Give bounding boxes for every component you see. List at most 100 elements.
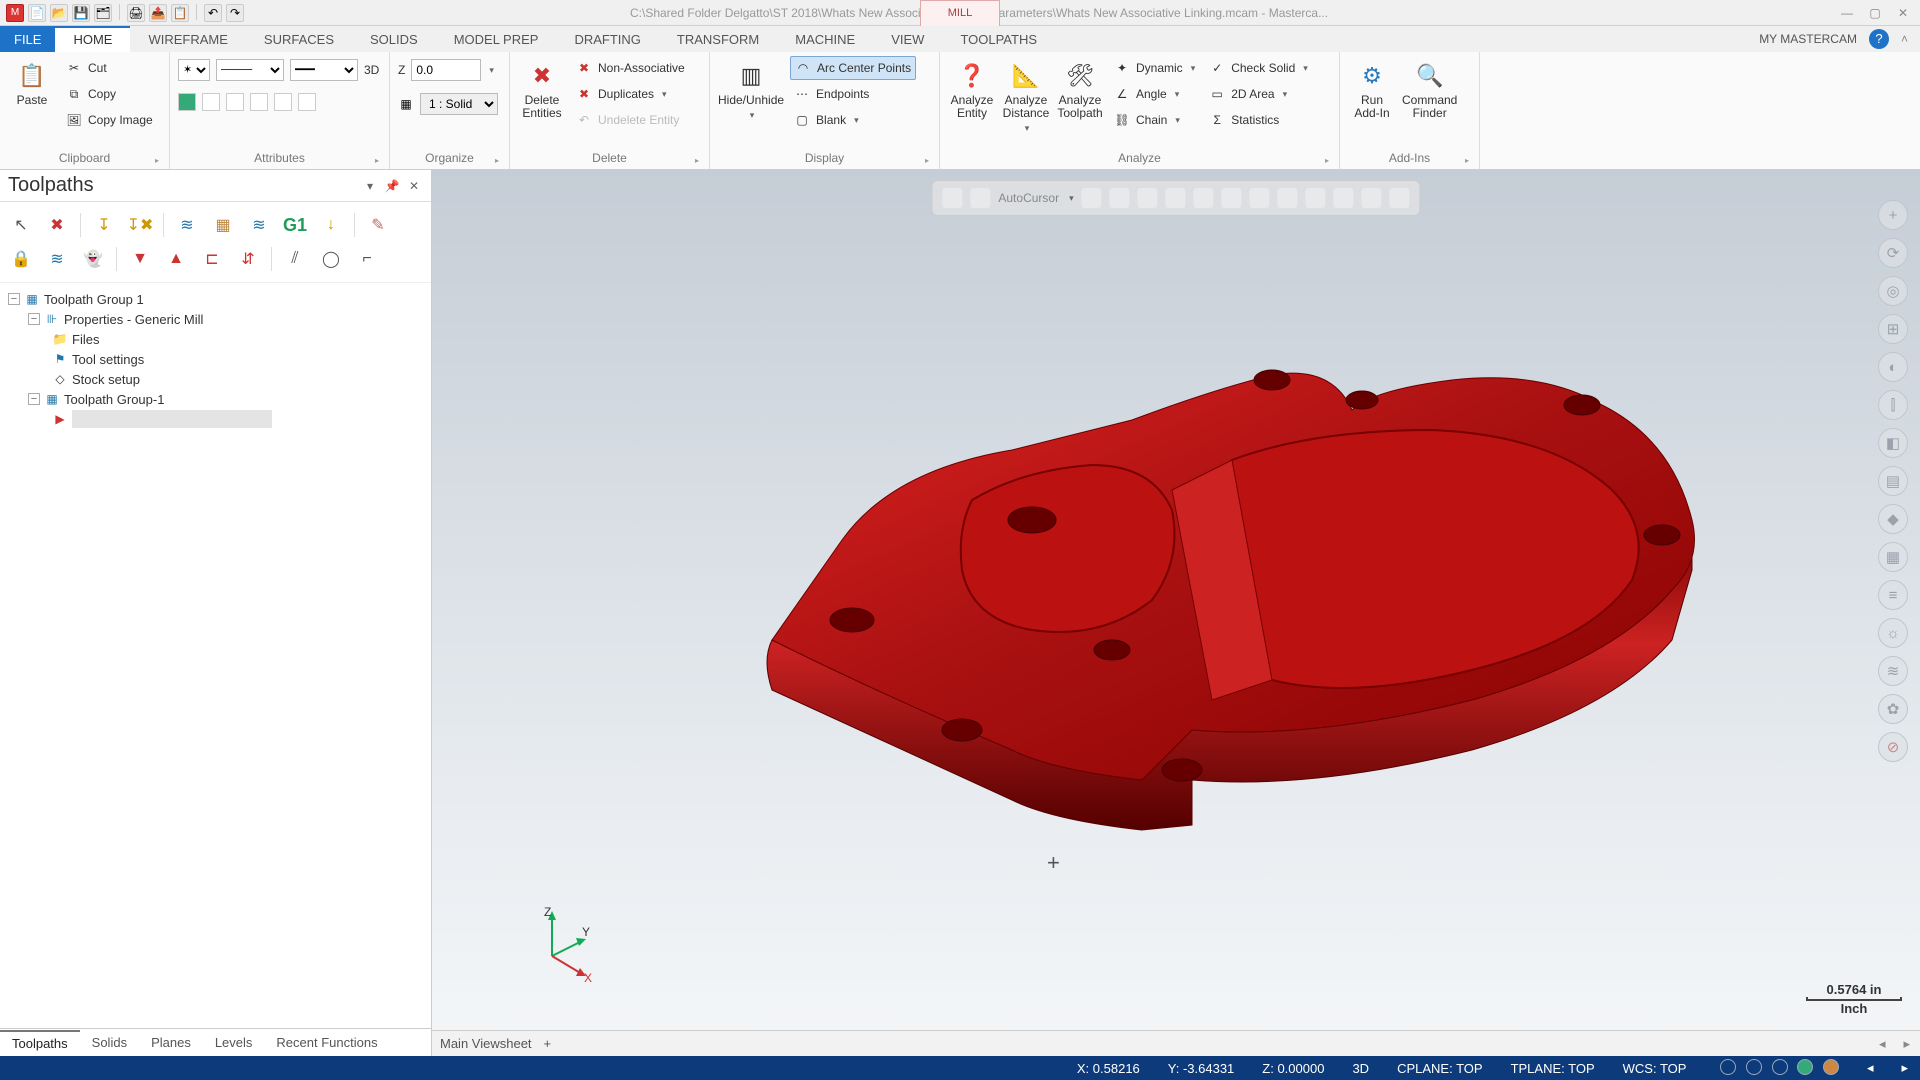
viewsheet-add-icon[interactable]: + — [544, 1036, 552, 1051]
tree-toolsettings[interactable]: Tool settings — [72, 352, 144, 367]
copy-button[interactable]: ⧉Copy — [62, 82, 157, 106]
arrow-down-icon[interactable]: ↓ — [318, 212, 344, 238]
status-wcs[interactable]: WCS: TOP — [1623, 1061, 1687, 1076]
ft-btn[interactable] — [1278, 188, 1298, 208]
tree-collapse-icon[interactable]: − — [28, 393, 40, 405]
ft-btn[interactable] — [1250, 188, 1270, 208]
tree-collapse-icon[interactable]: − — [8, 293, 20, 305]
rt-color-icon[interactable]: ◆ — [1878, 504, 1908, 534]
btab-planes[interactable]: Planes — [139, 1031, 203, 1054]
tab-modelprep[interactable]: MODEL PREP — [436, 26, 557, 52]
tab-transform[interactable]: TRANSFORM — [659, 26, 777, 52]
ft-btn[interactable] — [1222, 188, 1242, 208]
duplicates-button[interactable]: ✖Duplicates▾ — [572, 82, 689, 106]
panel-dropdown-icon[interactable]: ▾ — [361, 179, 379, 193]
tri-up-icon[interactable]: ▲ — [163, 246, 189, 272]
tree-root[interactable]: Toolpath Group 1 — [44, 292, 144, 307]
tree-files[interactable]: Files — [72, 332, 99, 347]
clipboard-icon[interactable]: 📋 — [171, 4, 189, 22]
attr-btn-5[interactable] — [274, 93, 292, 111]
new-icon[interactable]: 📄 — [28, 4, 46, 22]
status-3d[interactable]: 3D — [1352, 1061, 1369, 1076]
floating-selection-toolbar[interactable]: AutoCursor▾ — [931, 180, 1420, 216]
toolpath-tree[interactable]: −▦Toolpath Group 1 −⊪Properties - Generi… — [0, 283, 431, 1028]
sb-globe2-icon[interactable] — [1746, 1059, 1762, 1075]
panel-pin-icon[interactable]: 📌 — [383, 179, 401, 193]
line-weight-select[interactable]: ━━━ — [290, 59, 358, 81]
run-addin-button[interactable]: ⚙Run Add-In — [1348, 56, 1396, 120]
ft-btn[interactable] — [1194, 188, 1214, 208]
sb-sphere2-icon[interactable] — [1823, 1059, 1839, 1075]
tree-stock[interactable]: Stock setup — [72, 372, 140, 387]
panel-close-icon[interactable]: ✕ — [405, 179, 423, 193]
select-icon[interactable]: ↖ — [8, 212, 34, 238]
tab-view[interactable]: VIEW — [873, 26, 942, 52]
attr-btn-1[interactable] — [178, 93, 196, 111]
saveas-icon[interactable]: 🗂 — [94, 4, 112, 22]
rt-waves-icon[interactable]: ≋ — [1878, 656, 1908, 686]
sb-sphere-icon[interactable] — [1797, 1059, 1813, 1075]
print-icon[interactable]: 🖨 — [127, 4, 145, 22]
sb-globe-icon[interactable] — [1720, 1059, 1736, 1075]
tab-machine[interactable]: MACHINE — [777, 26, 873, 52]
tree-properties[interactable]: Properties - Generic Mill — [64, 312, 203, 327]
level-select[interactable]: 1 : Solid — [420, 93, 498, 115]
tab-surfaces[interactable]: SURFACES — [246, 26, 352, 52]
bracket-icon[interactable]: ⊏ — [199, 246, 225, 272]
circle-icon[interactable]: ◯ — [318, 246, 344, 272]
tree-selected-item[interactable] — [72, 410, 272, 428]
tab-home[interactable]: HOME — [55, 26, 130, 52]
ft-btn[interactable] — [1110, 188, 1130, 208]
viewport-3d[interactable]: AutoCursor▾ + ⟳ ◎ ⊞ ◐ ⫿ ◧ ▤ ◆ ▦ ≡ — [432, 170, 1920, 1056]
angle-button[interactable]: ∠Angle▾ — [1110, 82, 1199, 106]
edit-icon[interactable]: ✎ — [365, 212, 391, 238]
ft-btn[interactable] — [1390, 188, 1410, 208]
lock-icon[interactable]: 🔒 — [8, 246, 34, 272]
undo-icon[interactable]: ↶ — [204, 4, 222, 22]
attr-btn-4[interactable] — [250, 93, 268, 111]
ribbon-collapse-icon[interactable]: ˄ — [1901, 32, 1908, 46]
btab-toolpaths[interactable]: Toolpaths — [0, 1030, 80, 1055]
my-mastercam-link[interactable]: MY MASTERCAM — [1759, 32, 1857, 46]
open-icon[interactable]: 📂 — [50, 4, 68, 22]
analyze-entity-button[interactable]: ❓Analyze Entity — [948, 56, 996, 120]
context-tab-mill[interactable]: MILL — [920, 0, 1000, 26]
ft-btn[interactable] — [1082, 188, 1102, 208]
ft-btn[interactable] — [942, 188, 962, 208]
mode-3d-toggle[interactable]: 3D — [364, 63, 379, 77]
tab-solids[interactable]: SOLIDS — [352, 26, 436, 52]
hide-unhide-button[interactable]: ▥ Hide/Unhide▾ — [718, 56, 784, 122]
rt-light-icon[interactable]: ☼ — [1878, 618, 1908, 648]
rt-gear-icon[interactable]: ✿ — [1878, 694, 1908, 724]
rt-solid-icon[interactable]: ◐ — [1878, 352, 1908, 382]
tree-collapse-icon[interactable]: − — [28, 313, 40, 325]
rt-plus-icon[interactable]: + — [1878, 200, 1908, 230]
box-icon[interactable]: ▦ — [210, 212, 236, 238]
autocursor-label[interactable]: AutoCursor — [998, 191, 1059, 205]
g1-button[interactable]: G1 — [282, 212, 308, 238]
squiggle-icon[interactable]: ⫽ — [282, 246, 308, 272]
tab-file[interactable]: FILE — [0, 26, 55, 52]
rt-rotate-icon[interactable]: ⟳ — [1878, 238, 1908, 268]
sb-nav-next-icon[interactable]: ▸ — [1901, 1060, 1908, 1076]
ft-btn[interactable] — [1334, 188, 1354, 208]
btab-levels[interactable]: Levels — [203, 1031, 265, 1054]
redo-icon[interactable]: ↷ — [226, 4, 244, 22]
chain-button[interactable]: ⛓Chain▾ — [1110, 108, 1199, 132]
arc-center-points-button[interactable]: ◠Arc Center Points — [790, 56, 916, 80]
ft-btn[interactable] — [1362, 188, 1382, 208]
blank-button[interactable]: ▢Blank▾ — [790, 108, 916, 132]
ghost-icon[interactable]: 👻 — [80, 246, 106, 272]
delete-entities-button[interactable]: ✖ Delete Entities — [518, 56, 566, 120]
rt-target-icon[interactable]: ◎ — [1878, 276, 1908, 306]
help-icon[interactable]: ? — [1869, 29, 1889, 49]
analyze-toolpath-button[interactable]: 🛠Analyze Toolpath — [1056, 56, 1104, 120]
sb-globe3-icon[interactable] — [1772, 1059, 1788, 1075]
viewsheet-main-tab[interactable]: Main Viewsheet — [440, 1036, 532, 1051]
insert-x-icon[interactable]: ↧✖ — [127, 212, 153, 238]
rt-wire-icon[interactable]: ⊞ — [1878, 314, 1908, 344]
waves3-icon[interactable]: ≋ — [44, 246, 70, 272]
maximize-button[interactable]: ▢ — [1864, 6, 1886, 20]
rt-shade-icon[interactable]: ◧ — [1878, 428, 1908, 458]
check-solid-button[interactable]: ✓Check Solid▾ — [1205, 56, 1312, 80]
